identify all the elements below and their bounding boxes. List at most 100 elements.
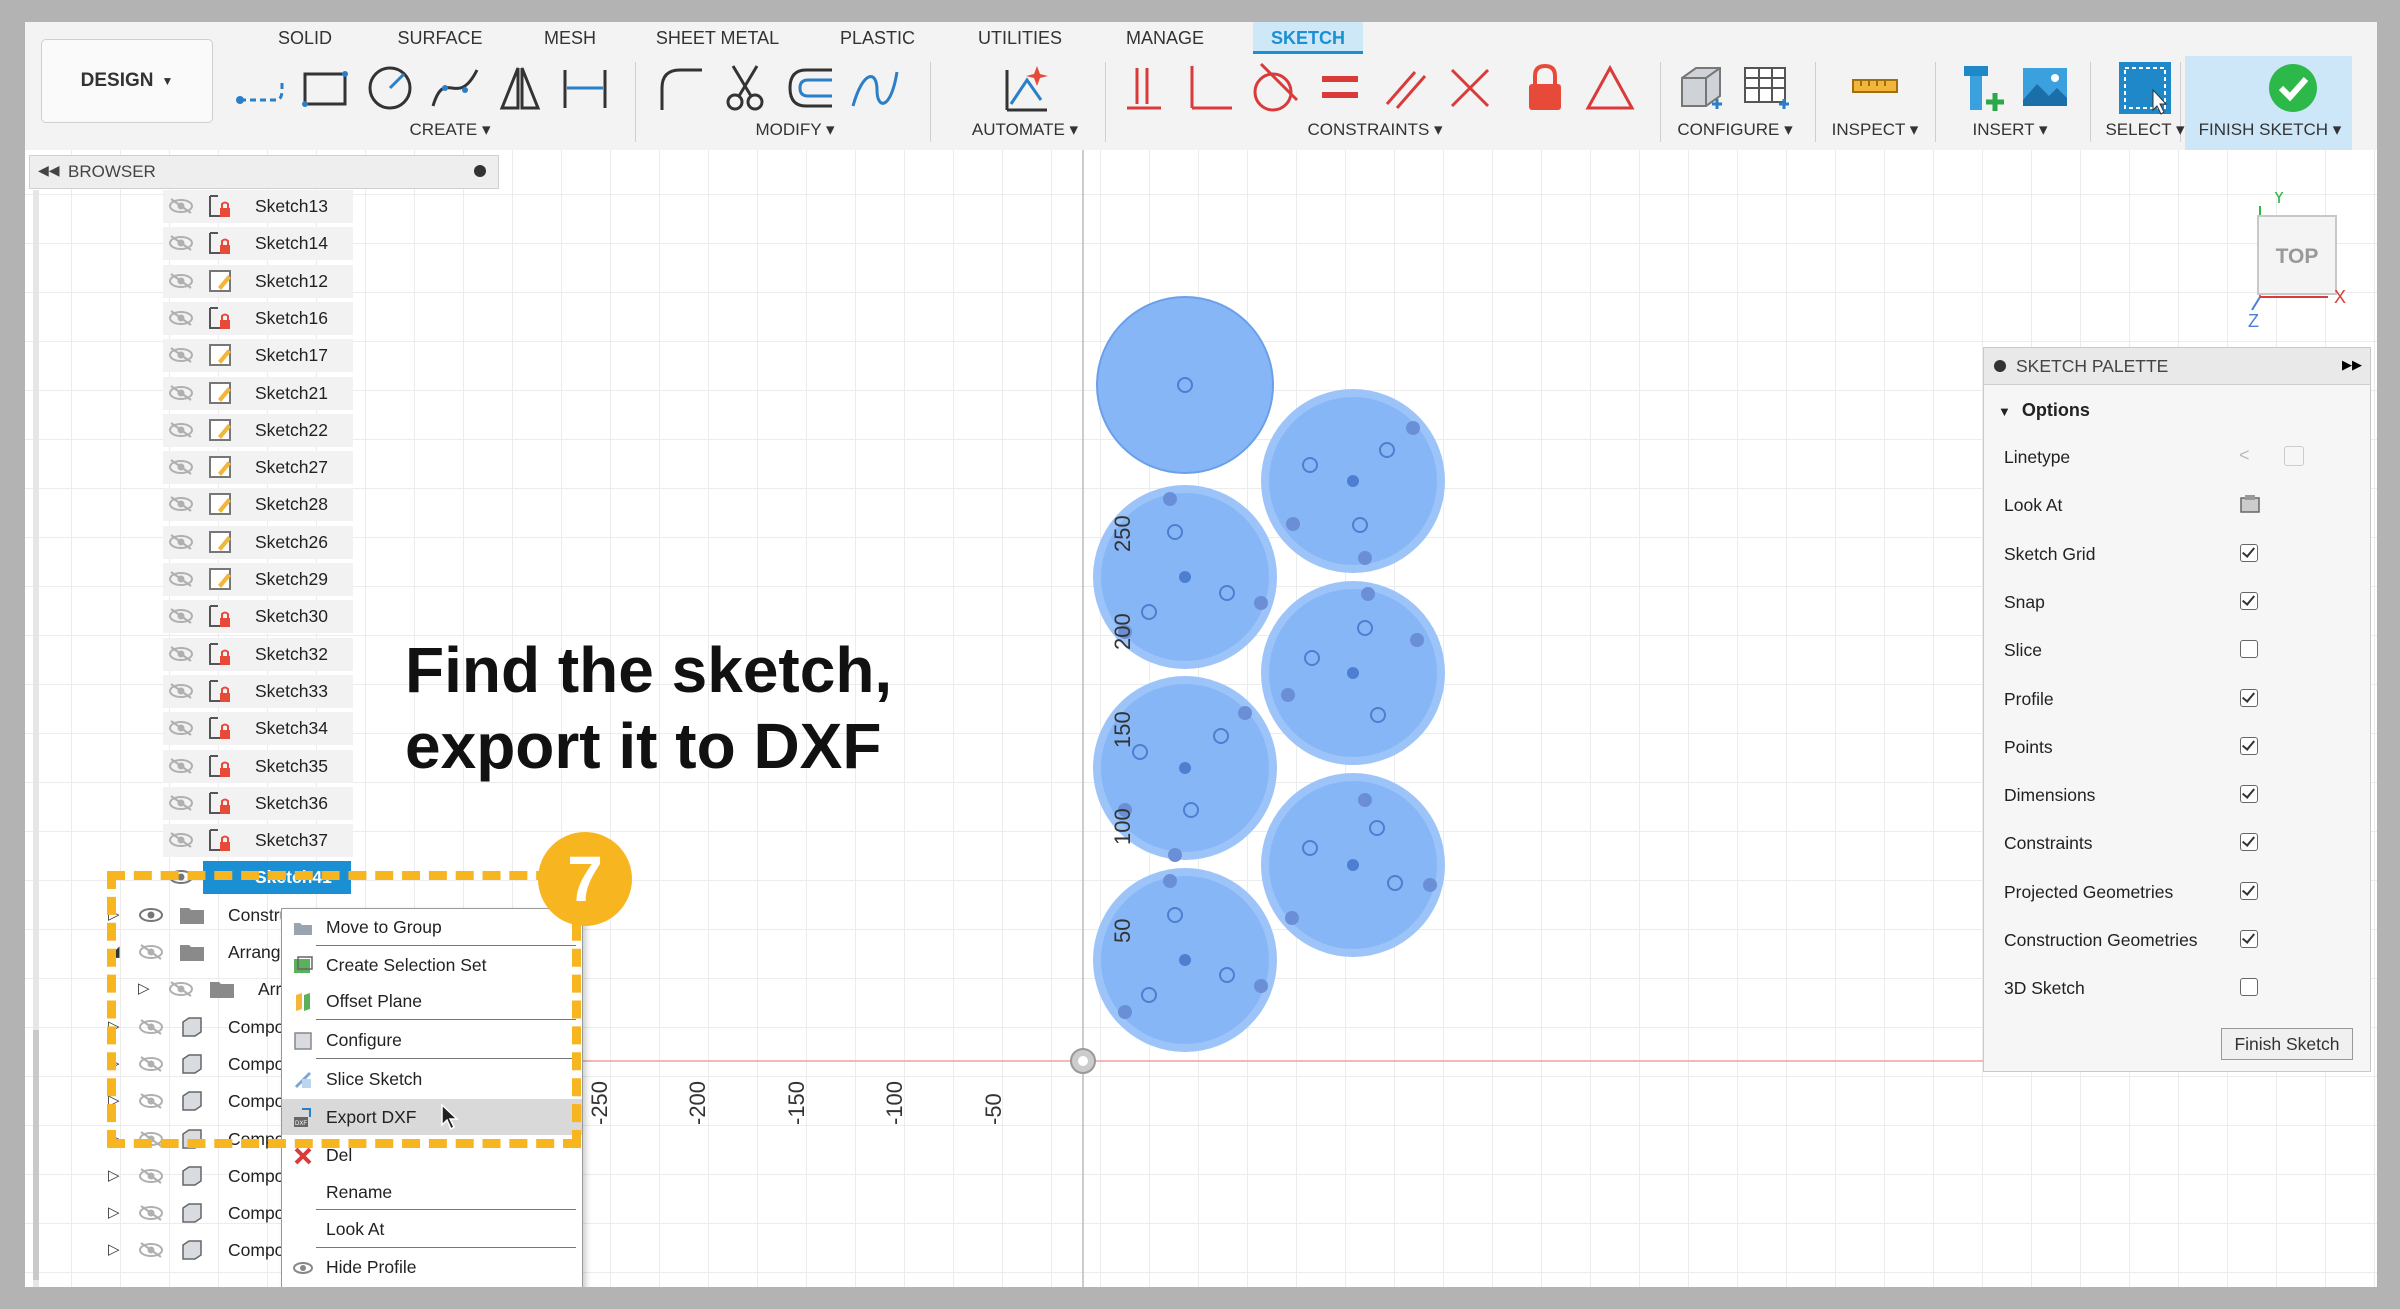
expand-right-icon[interactable]: ▷ bbox=[108, 1166, 120, 1184]
construction-geometries-checkbox[interactable] bbox=[2240, 930, 2258, 948]
browser-item-sketch32[interactable]: Sketch32 bbox=[33, 637, 413, 671]
configure-box-icon[interactable] bbox=[1670, 58, 1730, 118]
visibility-eye-icon[interactable] bbox=[168, 457, 194, 477]
linetype-centerline-icon[interactable] bbox=[2284, 446, 2304, 466]
visibility-eye-icon[interactable] bbox=[168, 532, 194, 552]
browser-item-sketch17[interactable]: Sketch17 bbox=[33, 339, 413, 373]
browser-item-sketch13[interactable]: Sketch13 bbox=[33, 190, 413, 223]
equal-constraint-icon[interactable] bbox=[1310, 58, 1370, 118]
3d-sketch-checkbox[interactable] bbox=[2240, 978, 2258, 997]
visibility-eye-icon[interactable] bbox=[168, 494, 194, 514]
tab-sketch[interactable]: SKETCH bbox=[1253, 22, 1363, 54]
finish-sketch-check-icon[interactable] bbox=[2263, 58, 2323, 118]
expand-right-icon[interactable]: ▶▶ bbox=[2342, 357, 2362, 373]
dimensions-checkbox[interactable] bbox=[2240, 785, 2258, 804]
spline-icon[interactable] bbox=[425, 58, 485, 118]
visibility-eye-icon[interactable] bbox=[168, 271, 194, 291]
mirror-icon[interactable] bbox=[490, 58, 550, 118]
configure-table-icon[interactable] bbox=[1735, 58, 1795, 118]
browser-item-sketch36[interactable]: Sketch36 bbox=[33, 786, 413, 820]
finish-sketch-menu[interactable]: FINISH SKETCH ▾ bbox=[2190, 120, 2350, 140]
tangent-constraint-icon[interactable] bbox=[1245, 58, 1305, 118]
visibility-eye-icon[interactable] bbox=[168, 345, 194, 365]
menu-hide-profile[interactable]: Hide Profile bbox=[282, 1249, 582, 1285]
perpendicular-constraint-icon[interactable] bbox=[1180, 58, 1240, 118]
visibility-eye-icon[interactable] bbox=[168, 830, 194, 850]
constraints-checkbox[interactable] bbox=[2240, 833, 2258, 852]
trim-icon[interactable] bbox=[715, 58, 775, 118]
snap-checkbox[interactable] bbox=[2240, 591, 2258, 610]
browser-item-sketch37[interactable]: Sketch37 bbox=[33, 824, 413, 858]
palette-header[interactable]: SKETCH PALETTE ▶▶ bbox=[1984, 348, 2370, 385]
view-cube[interactable]: TOP Y X Z bbox=[2230, 187, 2350, 332]
visibility-eye-icon[interactable] bbox=[168, 756, 194, 776]
automate-icon[interactable] bbox=[995, 58, 1055, 118]
finish-sketch-button[interactable]: Finish Sketch bbox=[2221, 1028, 2353, 1060]
points-checkbox[interactable] bbox=[2240, 736, 2258, 755]
circle-icon[interactable] bbox=[360, 58, 420, 118]
visibility-eye-icon[interactable] bbox=[168, 681, 194, 701]
select-icon[interactable] bbox=[2115, 58, 2175, 118]
expand-right-icon[interactable]: ▷ bbox=[108, 1240, 120, 1258]
insert-component-icon[interactable] bbox=[1950, 58, 2010, 118]
browser-item-sketch34[interactable]: Sketch34 bbox=[33, 712, 413, 746]
browser-item-sketch35[interactable]: Sketch35 bbox=[33, 749, 413, 783]
curve-icon[interactable] bbox=[845, 58, 905, 118]
collapse-left-icon[interactable]: ◀◀ bbox=[38, 162, 60, 179]
visibility-eye-icon[interactable] bbox=[168, 383, 194, 403]
browser-item-sketch28[interactable]: Sketch28 bbox=[33, 488, 413, 522]
visibility-eye-icon[interactable] bbox=[168, 569, 194, 589]
offset-icon[interactable] bbox=[780, 58, 840, 118]
dimension-icon[interactable] bbox=[555, 58, 615, 118]
browser-item-sketch12[interactable]: Sketch12 bbox=[33, 264, 413, 298]
insert-menu[interactable]: INSERT ▾ bbox=[1940, 120, 2080, 140]
options-section-header[interactable]: ▼ Options bbox=[1998, 400, 2090, 421]
visibility-eye-icon[interactable] bbox=[168, 233, 194, 253]
measure-icon[interactable] bbox=[1845, 58, 1905, 118]
symmetry-constraint-icon[interactable] bbox=[1440, 58, 1500, 118]
configure-menu[interactable]: CONFIGURE ▾ bbox=[1660, 120, 1810, 140]
tab-manage[interactable]: MANAGE bbox=[1110, 22, 1220, 54]
menu-look-at[interactable]: Look At bbox=[282, 1211, 582, 1247]
workspace-switcher[interactable]: DESIGN ▼ bbox=[41, 39, 213, 123]
rectangle-icon[interactable] bbox=[295, 58, 355, 118]
fillet-icon[interactable] bbox=[650, 58, 710, 118]
sketch-grid-checkbox[interactable] bbox=[2240, 543, 2258, 562]
constraints-menu[interactable]: CONSTRAINTS ▾ bbox=[1290, 120, 1460, 140]
visibility-eye-icon[interactable] bbox=[168, 308, 194, 328]
browser-item-sketch29[interactable]: Sketch29 bbox=[33, 563, 413, 596]
browser-item-sketch16[interactable]: Sketch16 bbox=[33, 301, 413, 335]
visibility-eye-icon[interactable] bbox=[168, 196, 194, 216]
visibility-eye-icon[interactable] bbox=[138, 1203, 164, 1223]
linetype-construction-icon[interactable]: < bbox=[2239, 445, 2250, 466]
triangle-constraint-icon[interactable] bbox=[1580, 58, 1640, 118]
expand-right-icon[interactable]: ▷ bbox=[108, 1203, 120, 1221]
browser-item-sketch21[interactable]: Sketch21 bbox=[33, 376, 413, 410]
tab-plastic[interactable]: PLASTIC bbox=[825, 22, 930, 54]
browser-header[interactable]: ◀◀ BROWSER bbox=[29, 155, 499, 189]
tab-utilities[interactable]: UTILITIES bbox=[960, 22, 1080, 54]
visibility-eye-icon[interactable] bbox=[168, 606, 194, 626]
browser-item-sketch30[interactable]: Sketch30 bbox=[33, 600, 413, 634]
palette-options-icon[interactable] bbox=[1994, 360, 2006, 372]
visibility-eye-icon[interactable] bbox=[138, 1240, 164, 1260]
modify-menu[interactable]: MODIFY ▾ bbox=[725, 120, 865, 140]
profile-checkbox[interactable] bbox=[2240, 688, 2258, 707]
inspect-menu[interactable]: INSPECT ▾ bbox=[1805, 120, 1945, 140]
tab-solid[interactable]: SOLID bbox=[260, 22, 350, 54]
fix-constraint-icon[interactable] bbox=[1515, 58, 1575, 118]
tab-sheet-metal[interactable]: SHEET METAL bbox=[635, 22, 800, 54]
visibility-eye-icon[interactable] bbox=[138, 1166, 164, 1186]
slice-checkbox[interactable] bbox=[2240, 640, 2258, 659]
visibility-eye-icon[interactable] bbox=[168, 644, 194, 664]
automate-menu[interactable]: AUTOMATE ▾ bbox=[950, 120, 1100, 140]
browser-item-sketch27[interactable]: Sketch27 bbox=[33, 451, 413, 485]
create-menu[interactable]: CREATE ▾ bbox=[380, 120, 520, 140]
visibility-eye-icon[interactable] bbox=[168, 420, 194, 440]
browser-item-sketch22[interactable]: Sketch22 bbox=[33, 413, 413, 447]
coincident-constraint-icon[interactable] bbox=[1115, 58, 1175, 118]
browser-item-sketch26[interactable]: Sketch26 bbox=[33, 525, 413, 559]
browser-item-sketch33[interactable]: Sketch33 bbox=[33, 674, 413, 708]
tab-mesh[interactable]: MESH bbox=[530, 22, 610, 54]
tab-surface[interactable]: SURFACE bbox=[380, 22, 500, 54]
